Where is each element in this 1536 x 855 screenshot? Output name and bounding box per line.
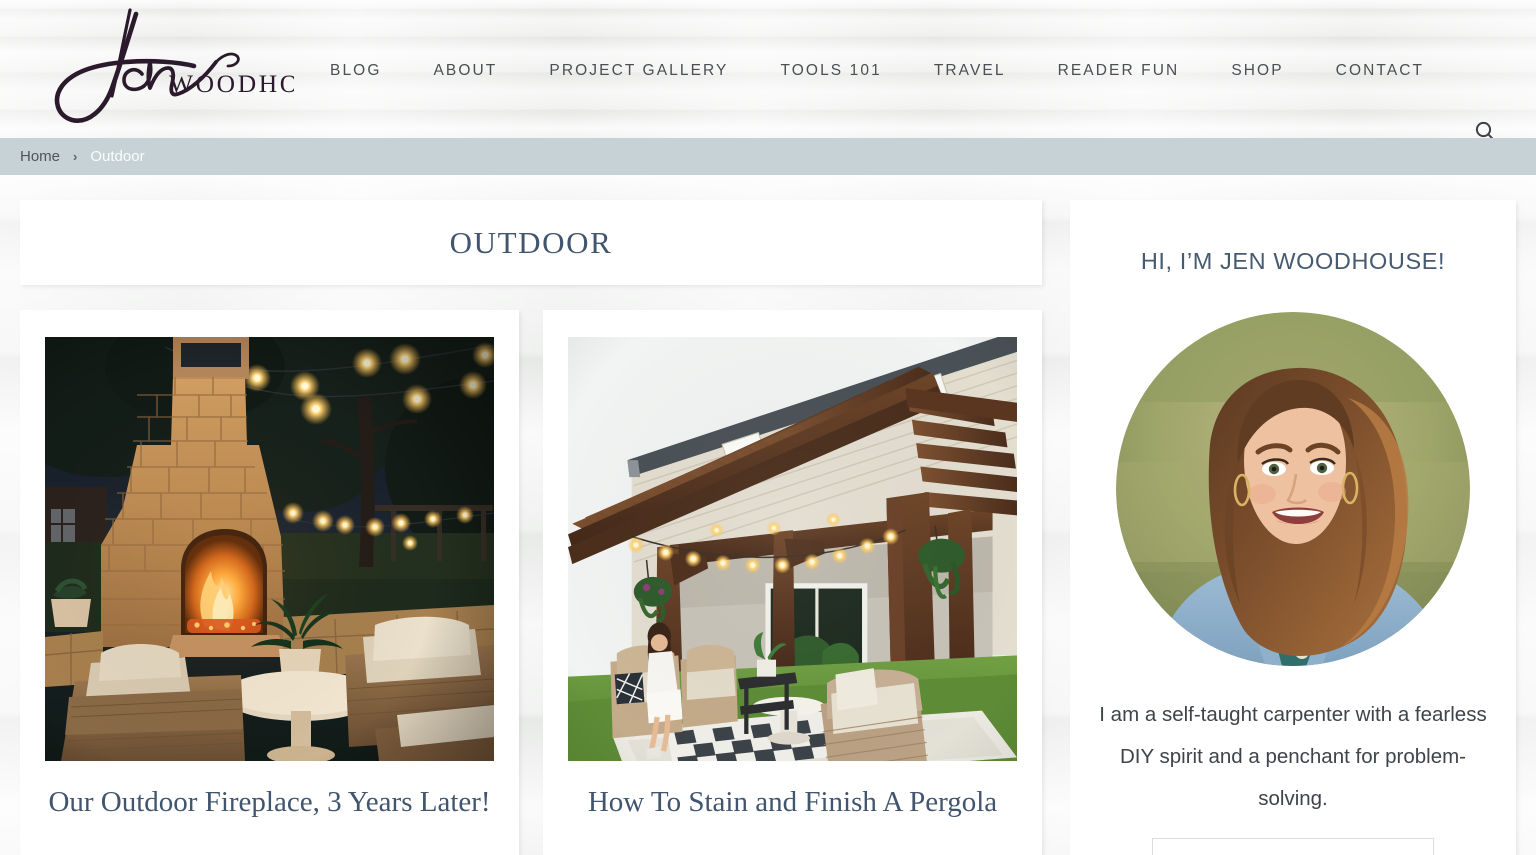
sidebar-about-widget: HI, I’M JEN WOODHOUSE! I am a self-taugh… xyxy=(1070,200,1516,855)
about-bio-text: I am a self-taught carpenter with a fear… xyxy=(1099,703,1487,810)
post-title[interactable]: Our Outdoor Fireplace, 3 Years Later! xyxy=(45,784,494,821)
page-title: OUTDOOR xyxy=(449,224,613,260)
post-thumbnail-outdoor-fireplace[interactable] xyxy=(45,337,494,761)
breadcrumb-link-home[interactable]: Home xyxy=(20,148,60,165)
post-card[interactable]: How To Stain and Finish A Pergola xyxy=(543,310,1042,855)
nav-item-travel[interactable]: TRAVEL xyxy=(934,58,1006,84)
nav-item-about[interactable]: ABOUT xyxy=(433,58,497,84)
site-header: WOODHOUSE BLOG ABOUT PROJECT GALLERY TOO… xyxy=(0,0,1536,138)
about-more-button[interactable] xyxy=(1152,838,1434,855)
search-icon[interactable] xyxy=(1474,120,1496,138)
main-content: OUTDOOR Our Outdoor Fireplace, 3 Years L… xyxy=(20,200,1042,855)
breadcrumb: Home › Outdoor xyxy=(0,138,1536,175)
nav-item-shop[interactable]: SHOP xyxy=(1231,58,1283,84)
post-card[interactable]: Our Outdoor Fireplace, 3 Years Later! xyxy=(20,310,519,855)
nav-item-contact[interactable]: CONTACT xyxy=(1336,58,1424,84)
site-logo[interactable]: WOODHOUSE xyxy=(44,0,294,138)
nav-item-blog[interactable]: BLOG xyxy=(330,58,381,84)
post-list: Our Outdoor Fireplace, 3 Years Later! Ho… xyxy=(20,310,1042,855)
about-heading: HI, I’M JEN WOODHOUSE! xyxy=(1140,248,1446,274)
nav-item-tools-101[interactable]: TOOLS 101 xyxy=(780,58,881,84)
post-title[interactable]: How To Stain and Finish A Pergola xyxy=(568,784,1017,821)
chevron-right-icon: › xyxy=(73,149,78,164)
breadcrumb-current-outdoor: Outdoor xyxy=(90,148,145,165)
nav-item-project-gallery[interactable]: PROJECT GALLERY xyxy=(549,58,728,84)
nav-item-reader-fun[interactable]: READER FUN xyxy=(1058,58,1180,84)
svg-text:WOODHOUSE: WOODHOUSE xyxy=(169,69,294,98)
avatar xyxy=(1116,312,1470,666)
archive-title-card: OUTDOOR xyxy=(20,200,1042,285)
post-thumbnail-pergola[interactable] xyxy=(568,337,1017,761)
main-navigation[interactable]: BLOG ABOUT PROJECT GALLERY TOOLS 101 TRA… xyxy=(330,58,1424,84)
